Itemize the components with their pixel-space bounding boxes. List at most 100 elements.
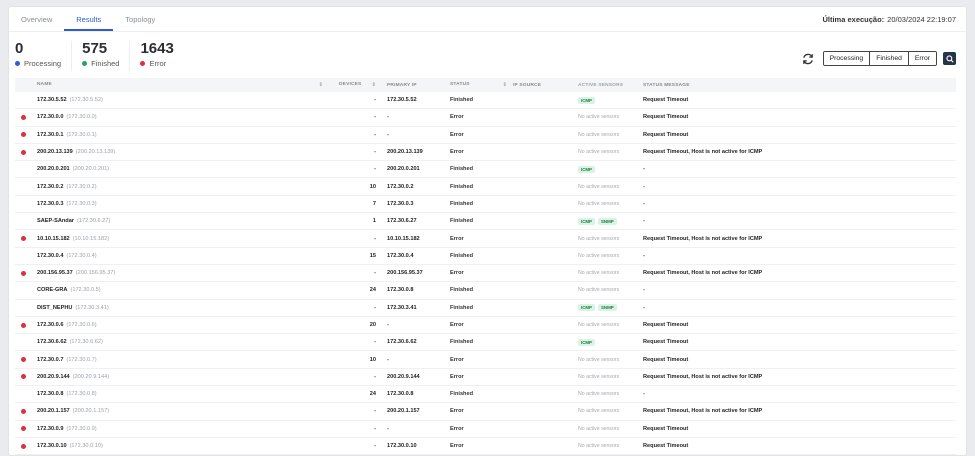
sort-icon[interactable]: ⇕ [319, 82, 323, 88]
row-status-text: Error [450, 131, 464, 138]
row-name[interactable]: 172.30.0.10 (172.30.0.10) [32, 443, 329, 449]
row-name[interactable]: 172.30.6.62 (172.30.6.62) [32, 339, 329, 345]
table-row[interactable]: 200.156.95.37 (200.156.95.37) -200.156.95.… [15, 265, 956, 283]
row-status: Finished [448, 253, 513, 259]
row-name-text: 200.20.1.157 [37, 408, 70, 415]
row-name-text: SAEP-SAndar [37, 218, 74, 225]
row-devices: - [374, 443, 376, 450]
sensor-badge: SNMP [597, 304, 617, 312]
row-active-sensors: No active sensors [578, 132, 643, 138]
tab-topology[interactable]: Topology [113, 7, 167, 31]
filter-error-button[interactable]: Error [908, 52, 936, 65]
row-devices: - [374, 425, 376, 432]
table-row[interactable]: 200.20.0.201 (200.20.0.201) -200.20.0.201 F… [15, 161, 956, 179]
row-status: Finished [448, 97, 513, 103]
row-name[interactable]: 10.10.15.182 (10.10.15.182) [32, 236, 329, 242]
row-name[interactable]: 200.20.0.201 (200.20.0.201) [32, 166, 329, 172]
row-status-text: Error [450, 235, 464, 242]
row-name-text: 172.30.0.8 [37, 391, 64, 398]
refresh-icon[interactable] [801, 52, 815, 66]
table-row[interactable]: 10.10.15.182 (10.10.15.182) -10.10.15.182 E… [15, 230, 956, 248]
filter-finished-button[interactable]: Finished [870, 52, 909, 65]
row-devices: - [374, 97, 376, 104]
search-button[interactable] [943, 52, 956, 65]
row-name[interactable]: 172.30.0.6 (172.30.0.6) [32, 322, 329, 328]
row-name-text: 172.30.0.6 [37, 322, 64, 328]
row-primary-ip: 200.156.95.37 [387, 270, 423, 277]
row-status-message: Request Timeout [643, 97, 689, 104]
table-row[interactable]: 172.30.0.7 (172.30.0.7) 10 - Error No active … [15, 351, 956, 369]
row-name-text: 172.30.6.62 [37, 339, 67, 346]
row-status-text: Finished [450, 304, 473, 311]
row-status-message: - [643, 304, 645, 311]
filter-processing-button[interactable]: Processing [823, 52, 871, 65]
row-name[interactable]: 172.30.0.7 (172.30.0.7) [32, 357, 329, 363]
table-row[interactable]: 172.30.6.62 (172.30.6.62) -172.30.6.62 Fini… [15, 334, 956, 352]
table-row[interactable]: 172.30.0.3 (172.30.0.3) 7 172.30.0.3 Finishe… [15, 196, 956, 214]
table-row[interactable]: 172.30.0.10 (172.30.0.10) -172.30.0.10 Erro… [15, 438, 956, 455]
table-row[interactable]: 172.30.5.52 (172.30.5.52) -172.30.5.52 Fini… [15, 92, 956, 110]
row-name[interactable]: 200.20.9.144 (200.20.9.144) [32, 374, 329, 380]
col-status-message[interactable]: Status Message [643, 83, 956, 88]
error-dot-icon [21, 236, 26, 242]
table-row[interactable]: CORE-GRA (172.30.0.5) 24 172.30.0.8 Finished… [15, 282, 956, 300]
row-ip-text: (172.30.0.9) [66, 425, 97, 432]
sensor-badge: ICMP [578, 96, 595, 104]
row-name-text: CORE-GRA [37, 287, 68, 294]
tab-overview[interactable]: Overview [9, 7, 64, 31]
col-name[interactable]: Name ⇕ [32, 82, 329, 88]
col-devices[interactable]: Devices ⇕ [329, 82, 384, 88]
col-ip-source[interactable]: IP Source [513, 83, 578, 88]
row-name[interactable]: 172.30.0.4 (172.30.0.4) [32, 253, 329, 259]
row-status: Finished [448, 305, 513, 311]
last-execution: Última execução: 20/03/2024 22:19:07 [822, 15, 956, 24]
row-name[interactable]: 172.30.0.0 (172.30.0.0) [32, 114, 329, 120]
row-status-text: Finished [450, 287, 473, 294]
table-row[interactable]: 172.30.0.0 (172.30.0.0) - - Error No active s… [15, 109, 956, 127]
table-row[interactable]: 200.20.9.144 (200.20.9.144) -200.20.9.144 E… [15, 369, 956, 387]
table-row[interactable]: 172.30.0.6 (172.30.0.6) 20 - Error No active … [15, 317, 956, 335]
row-ip-text: (172.30.0.5) [70, 287, 101, 294]
tab-results[interactable]: Results [64, 7, 114, 31]
row-name[interactable]: 200.20.1.157 (200.20.1.157) [32, 408, 329, 414]
row-name[interactable]: CORE-GRA (172.30.0.5) [32, 287, 329, 293]
row-status-text: Finished [450, 183, 473, 190]
no-sensors-text: No active sensors [578, 373, 620, 380]
row-name-text: 200.20.13.139 [37, 149, 73, 156]
row-name[interactable]: 172.30.0.9 (172.30.0.9) [32, 426, 329, 432]
row-ip-text: (172.30.0.2) [66, 183, 97, 190]
table-row[interactable]: DIST_NEPHU (172.30.3.41) - 172.30.3.41 Finis… [15, 300, 956, 317]
table-row[interactable]: SAEP-SAndar (172.30.6.27) 1 172.30.6.27 Fini… [15, 213, 956, 231]
row-name[interactable]: 200.156.95.37 (200.156.95.37) [32, 270, 329, 276]
table-row[interactable]: 200.20.1.157 (200.20.1.157) -200.20.1.157 E… [15, 403, 956, 421]
row-name[interactable]: 172.30.0.8 (172.30.0.8) [32, 391, 329, 397]
row-name[interactable]: 172.30.0.3 (172.30.0.3) [32, 201, 329, 207]
table-row[interactable]: 172.30.0.1 (172.30.0.1) - - Error No active s… [15, 127, 956, 144]
row-name[interactable]: 200.20.13.139 (200.20.13.139) [32, 149, 329, 155]
row-name[interactable]: 172.30.0.1 (172.30.0.1) [32, 132, 329, 138]
table-row[interactable]: 200.20.13.139 (200.20.13.139) -200.20.13.1… [15, 144, 956, 162]
row-devices: - [374, 304, 376, 311]
col-status[interactable]: Status ⇕ [448, 82, 513, 88]
col-active-sensors[interactable]: Active Sensors [578, 83, 643, 88]
row-status: Finished [448, 218, 513, 224]
row-name-text: 200.20.0.201 [37, 166, 70, 173]
col-primary-ip[interactable]: Primary IP [384, 83, 448, 88]
row-name[interactable]: 172.30.5.52 (172.30.5.52) [32, 97, 329, 103]
table-row[interactable]: 172.30.0.8 (172.30.0.8) 24 172.30.0.8 Finish… [15, 386, 956, 404]
sort-icon[interactable]: ⇕ [372, 82, 376, 88]
row-name[interactable]: SAEP-SAndar (172.30.6.27) [32, 218, 329, 224]
no-sensors-text: No active sensors [578, 425, 620, 432]
sort-icon[interactable]: ⇕ [503, 82, 507, 88]
sensor-badge: ICMP [578, 217, 595, 225]
row-ip-text: (172.30.0.0) [66, 114, 97, 121]
row-name[interactable]: DIST_NEPHU (172.30.3.41) [32, 305, 329, 311]
table-row[interactable]: 172.30.0.9 (172.30.0.9) - - Error No active s… [15, 421, 956, 438]
table-row[interactable]: 172.30.0.4 (172.30.0.4) 15 172.30.0.4 Finish… [15, 248, 956, 265]
row-devices: 15 [369, 252, 376, 259]
row-active-sensors: No active sensors [578, 236, 643, 242]
row-primary-ip: 172.30.3.41 [387, 304, 417, 311]
row-name[interactable]: 172.30.0.2 (172.30.0.2) [32, 184, 329, 190]
row-status-message: Request Timeout [643, 322, 689, 328]
table-row[interactable]: 172.30.0.2 (172.30.0.2) 10 172.30.0.2 Finish… [15, 178, 956, 196]
